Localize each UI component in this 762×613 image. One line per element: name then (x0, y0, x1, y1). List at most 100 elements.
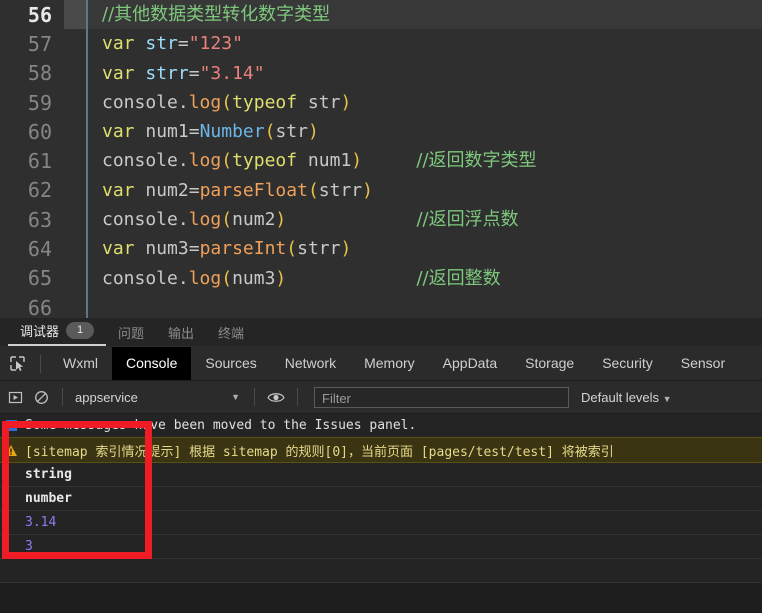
code-text[interactable]: var num2=parseFloat(strr) (88, 175, 762, 206)
warning-icon (4, 444, 18, 456)
tab-security[interactable]: Security (588, 347, 667, 380)
code-text[interactable]: //其他数据类型转化数字类型 (88, 0, 762, 30)
code-editor[interactable]: 56//其他数据类型转化数字类型 57 var str="123" 58 var str… (0, 0, 762, 318)
fold-gutter[interactable] (64, 0, 86, 30)
console-message[interactable]: number (0, 487, 762, 511)
code-token: console (102, 91, 178, 113)
code-line[interactable]: 63 console.log(num2) //返回浮点数 (0, 205, 762, 235)
code-token: console (102, 267, 178, 289)
tab-storage[interactable]: Storage (511, 347, 588, 380)
code-token: strr (297, 238, 341, 260)
line-number: 61 (0, 149, 64, 174)
tab-network[interactable]: Network (271, 347, 350, 380)
code-token: ) (275, 267, 287, 289)
fold-gutter[interactable] (64, 234, 86, 264)
tab-memory[interactable]: Memory (350, 347, 429, 380)
code-line[interactable]: 60 var num1=Number(str) (0, 117, 762, 147)
code-text[interactable]: console.log(typeof str) (88, 87, 762, 118)
fold-gutter[interactable] (64, 146, 86, 176)
console-output[interactable]: Some messages have been moved to the Iss… (0, 414, 762, 583)
fold-gutter[interactable] (64, 292, 86, 318)
code-token: num2 (232, 209, 276, 231)
info-icon (4, 420, 18, 431)
execute-arrow-icon[interactable] (2, 384, 28, 410)
fold-gutter[interactable] (64, 205, 86, 235)
tab-sensor[interactable]: Sensor (667, 347, 739, 380)
code-line[interactable]: 61 console.log(typeof num1) //返回数字类型 (0, 146, 762, 176)
code-token: Number (199, 121, 265, 143)
code-token: str (297, 91, 341, 113)
code-token: "3.14" (199, 62, 265, 84)
tab-console[interactable]: Console (112, 347, 192, 380)
panel-tab-输出[interactable]: 输出 (156, 319, 206, 346)
console-message-text: number (25, 491, 72, 506)
panel-tab-调试器[interactable]: 调试器 1 (8, 317, 107, 346)
code-token: log (188, 150, 222, 172)
code-token: parseFloat (199, 179, 308, 201)
code-line[interactable]: 64 var num3=parseInt(strr) (0, 234, 762, 264)
code-token: var (102, 62, 146, 84)
filter-input[interactable]: Filter (314, 386, 569, 408)
console-message[interactable]: 3 (0, 535, 762, 559)
console-message-text: 3 (25, 539, 33, 554)
code-text[interactable]: console.log(num3) //返回整数 (88, 263, 762, 293)
console-message[interactable]: string (0, 463, 762, 487)
code-text[interactable]: console.log(num2) //返回浮点数 (88, 205, 762, 235)
clear-console-icon[interactable] (28, 384, 54, 410)
panel-tab-问题[interactable]: 问题 (106, 319, 156, 346)
line-number: 58 (0, 61, 64, 86)
code-line[interactable]: 65 console.log(num3) //返回整数 (0, 263, 762, 293)
code-token: ( (307, 179, 319, 201)
code-token: . (177, 150, 189, 172)
code-text[interactable] (88, 292, 762, 318)
tab-wxml[interactable]: Wxml (49, 347, 112, 380)
console-message[interactable]: 3.14 (0, 511, 762, 535)
code-token: var (102, 179, 146, 201)
code-line[interactable]: 56 //其他数据类型转化数字类型 (0, 0, 762, 30)
code-line[interactable]: 57 var str="123" (0, 29, 762, 59)
line-number: 64 (0, 237, 64, 262)
fold-gutter[interactable] (64, 58, 86, 88)
code-token: strr (318, 179, 363, 201)
fold-gutter[interactable] (64, 87, 86, 118)
live-expression-eye-icon[interactable] (263, 384, 289, 410)
code-token: num3 (145, 238, 189, 260)
code-line[interactable]: 59 console.log(typeof str) (0, 87, 762, 118)
code-token: num1 (145, 121, 189, 143)
code-line[interactable]: 58 var strr="3.14" (0, 58, 762, 88)
log-levels-dropdown[interactable]: Default levels ▼ (581, 390, 672, 405)
code-token: console (102, 150, 178, 172)
fold-gutter[interactable] (64, 175, 86, 206)
inspect-cursor-icon[interactable] (2, 349, 32, 379)
tab-appdata[interactable]: AppData (429, 347, 511, 380)
code-text[interactable]: var num1=Number(str) (88, 117, 762, 147)
code-text[interactable]: var strr="3.14" (88, 58, 762, 88)
code-token: ) (275, 209, 287, 231)
context-selector[interactable]: appservice ▼ (71, 390, 246, 405)
fold-gutter[interactable] (64, 29, 86, 59)
code-line[interactable]: 66 (0, 292, 762, 318)
panel-tab-label: 调试器 (20, 324, 60, 339)
code-token: = (188, 62, 200, 84)
line-number: 63 (0, 207, 64, 232)
fold-gutter[interactable] (64, 263, 86, 293)
toolbar-divider-3 (254, 388, 255, 406)
console-message[interactable] (0, 559, 762, 583)
code-token: var (102, 33, 146, 55)
code-line[interactable]: 62 var num2=parseFloat(strr) (0, 175, 762, 206)
code-token: ( (264, 121, 276, 143)
line-number: 65 (0, 266, 64, 291)
code-token: ) (362, 179, 373, 201)
tab-sources[interactable]: Sources (191, 347, 270, 380)
code-text[interactable]: var str="123" (88, 29, 762, 59)
panel-tab-终端[interactable]: 终端 (206, 319, 256, 346)
console-message[interactable]: Some messages have been moved to the Iss… (0, 414, 762, 437)
line-number: 57 (0, 31, 64, 56)
inline-comment: //返回数字类型 (416, 150, 537, 172)
code-token: ( (286, 238, 298, 260)
fold-gutter[interactable] (64, 117, 86, 147)
code-token: log (188, 91, 222, 113)
console-message[interactable]: [sitemap 索引情况提示] 根据 sitemap 的规则[0]，当前页面 … (0, 437, 762, 463)
code-text[interactable]: var num3=parseInt(strr) (88, 234, 762, 264)
code-text[interactable]: console.log(typeof num1) //返回数字类型 (88, 146, 762, 176)
